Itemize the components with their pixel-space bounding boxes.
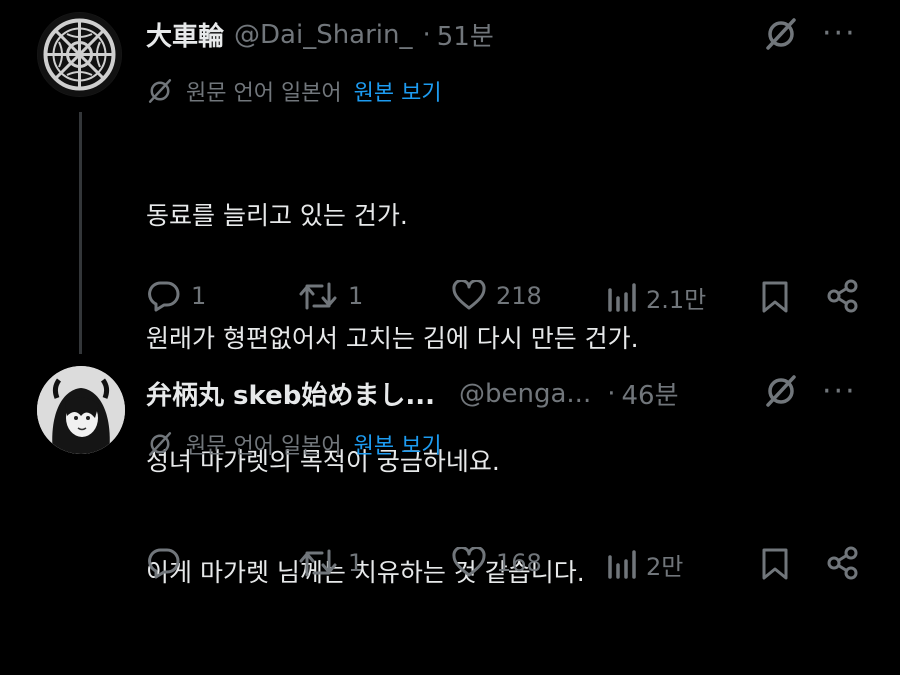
retweet-button[interactable]: 1 [298,547,363,579]
wheel-emblem-icon [37,12,122,97]
retweet-icon [299,282,337,310]
bookmark-button[interactable] [760,547,790,581]
avatar-illustration-icon [37,366,125,454]
show-original-link[interactable]: 원본 보기 [354,75,442,107]
like-button[interactable]: 168 [452,547,542,579]
reply-button[interactable] [147,547,191,579]
retweet-icon [299,549,337,577]
reply-icon [148,281,180,312]
translation-notice: 원문 언어 일본어 원본 보기 [146,428,442,460]
grok-icon[interactable] [764,17,798,51]
views-chart-icon [608,282,636,312]
separator: · [607,378,616,409]
views-button[interactable]: 2만 [606,547,683,582]
retweet-button[interactable]: 1 [298,280,363,312]
timestamp[interactable]: 51분 [437,16,494,53]
grok-icon [148,79,172,103]
reply-count: 1 [191,282,207,310]
share-button[interactable] [826,279,860,313]
share-icon [827,279,858,313]
views-chart-icon [608,549,636,579]
translation-notice: 원문 언어 일본어 원본 보기 [146,75,442,107]
display-name[interactable]: 弁柄丸 skeb始めまし... [146,375,435,412]
retweet-count: 1 [348,282,364,310]
separator: · [422,19,431,50]
view-count: 2.1만 [646,286,707,314]
like-button[interactable]: 218 [452,280,542,312]
avatar[interactable] [37,366,125,454]
view-count: 2만 [646,553,684,581]
tweet-text-line: 원래가 형편없어서 고치는 김에 다시 만든 건가. [146,324,639,353]
tweet-header: 大車輪 @Dai_Sharin_ · 51분 [146,16,494,53]
bookmark-icon [762,548,788,580]
tweet-header: 弁柄丸 skeb始めまし... @benga... · 46분 [146,375,679,412]
share-icon [827,546,858,580]
like-count: 168 [496,549,542,577]
translation-label: 원문 언어 일본어 [186,434,342,459]
show-original-link[interactable]: 원본 보기 [354,428,442,460]
user-handle[interactable]: @benga... [459,379,591,409]
thread-line [79,112,82,354]
more-options-button[interactable]: ··· [822,377,857,407]
heart-icon [452,280,486,310]
share-button[interactable] [826,546,860,580]
like-count: 218 [496,282,542,310]
tweet-text-line: 동료를 늘리고 있는 건가. [146,201,408,230]
avatar[interactable] [37,12,122,97]
display-name[interactable]: 大車輪 [146,16,224,53]
grok-icon[interactable] [764,374,798,408]
retweet-count: 1 [348,549,364,577]
bookmark-icon [762,281,788,313]
bookmark-button[interactable] [760,280,790,314]
more-options-button[interactable]: ··· [822,19,857,49]
grok-icon [148,432,172,456]
views-button[interactable]: 2.1만 [606,280,706,315]
reply-button[interactable]: 1 [147,280,206,312]
timestamp[interactable]: 46분 [621,375,678,412]
user-handle[interactable]: @Dai_Sharin_ [234,20,412,50]
reply-icon [148,548,180,579]
heart-icon [452,547,486,577]
translation-label: 원문 언어 일본어 [186,81,342,106]
